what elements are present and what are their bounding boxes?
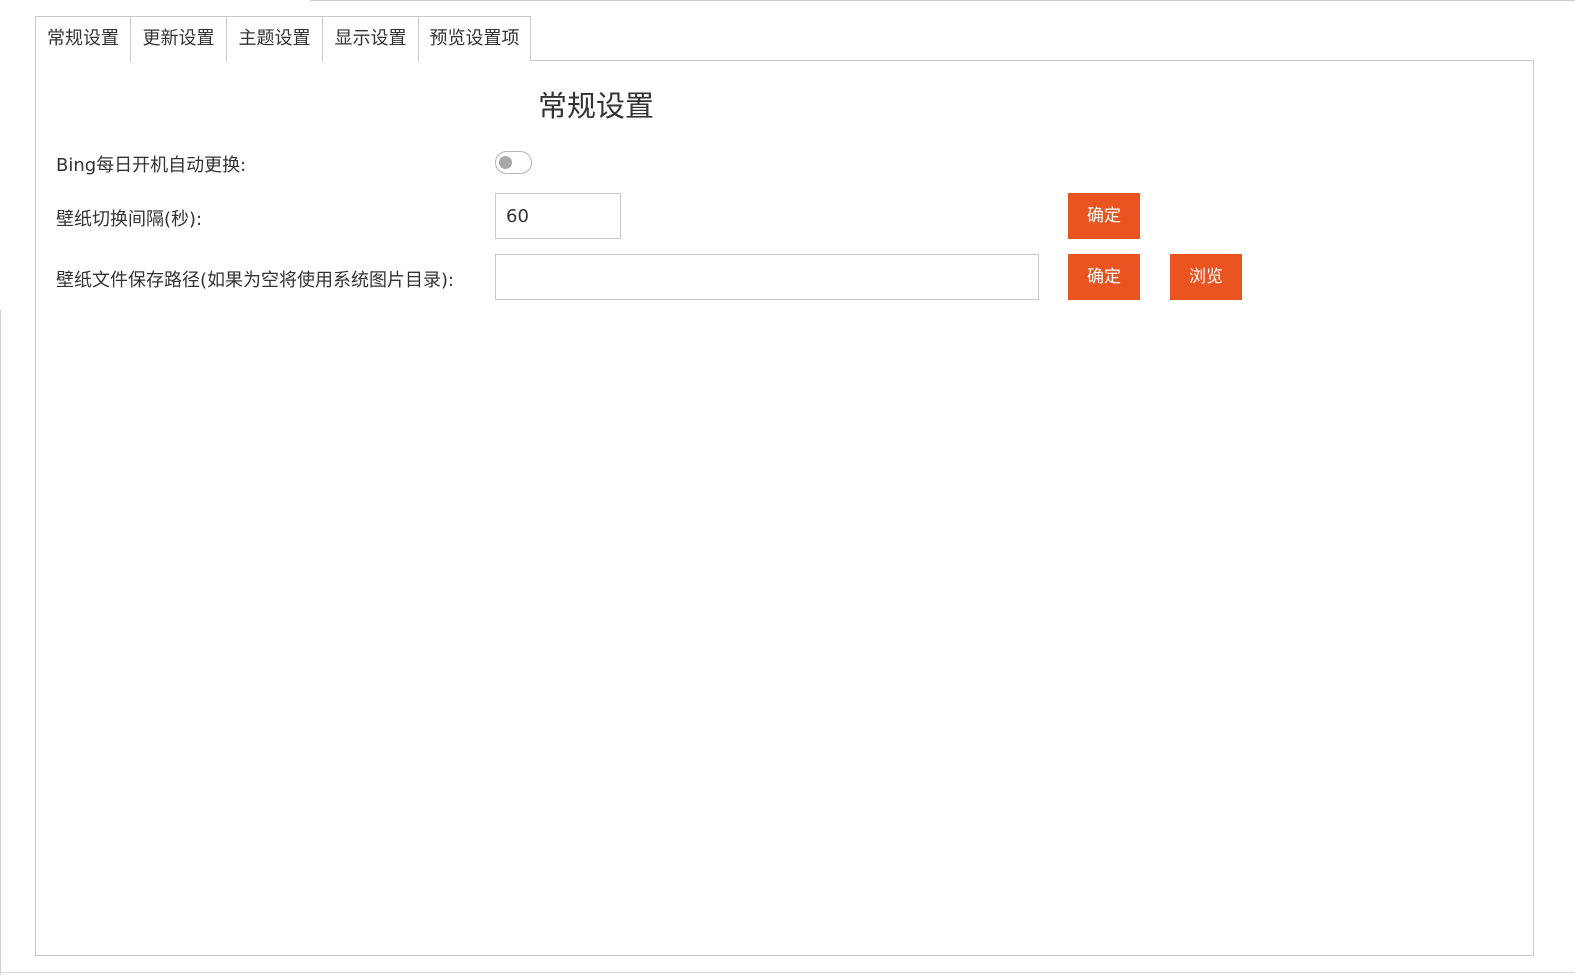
settings-window: 常规设置 更新设置 主题设置 显示设置 预览设置项 常规设置 Bing每日开机自…	[0, 0, 1575, 975]
auto-change-toggle[interactable]	[495, 151, 532, 174]
settings-panel: 常规设置 Bing每日开机自动更换: 壁纸切换间隔(秒): 确定 壁纸文件保存路…	[35, 60, 1534, 956]
tab-strip: 常规设置 更新设置 主题设置 显示设置 预览设置项	[35, 16, 531, 62]
save-path-input[interactable]	[495, 254, 1039, 300]
page-title: 常规设置	[538, 89, 655, 123]
auto-change-label: Bing每日开机自动更换:	[56, 155, 247, 176]
browse-button[interactable]: 浏览	[1170, 254, 1242, 300]
interval-input[interactable]	[495, 193, 621, 239]
interval-label: 壁纸切换间隔(秒):	[56, 209, 203, 230]
tab-display-settings[interactable]: 显示设置	[323, 16, 419, 61]
save-path-confirm-button[interactable]: 确定	[1068, 254, 1140, 300]
interval-confirm-button[interactable]: 确定	[1068, 193, 1140, 239]
tab-update-settings[interactable]: 更新设置	[131, 16, 227, 61]
toggle-knob	[499, 156, 512, 169]
tab-general-settings[interactable]: 常规设置	[35, 16, 131, 62]
save-path-label: 壁纸文件保存路径(如果为空将使用系统图片目录):	[56, 270, 455, 291]
window-border-bottom	[0, 972, 1575, 973]
window-border-left	[0, 310, 1, 975]
window-border-top	[310, 0, 1575, 1]
tab-theme-settings[interactable]: 主题设置	[227, 16, 323, 61]
tab-preview-settings[interactable]: 预览设置项	[419, 16, 531, 61]
